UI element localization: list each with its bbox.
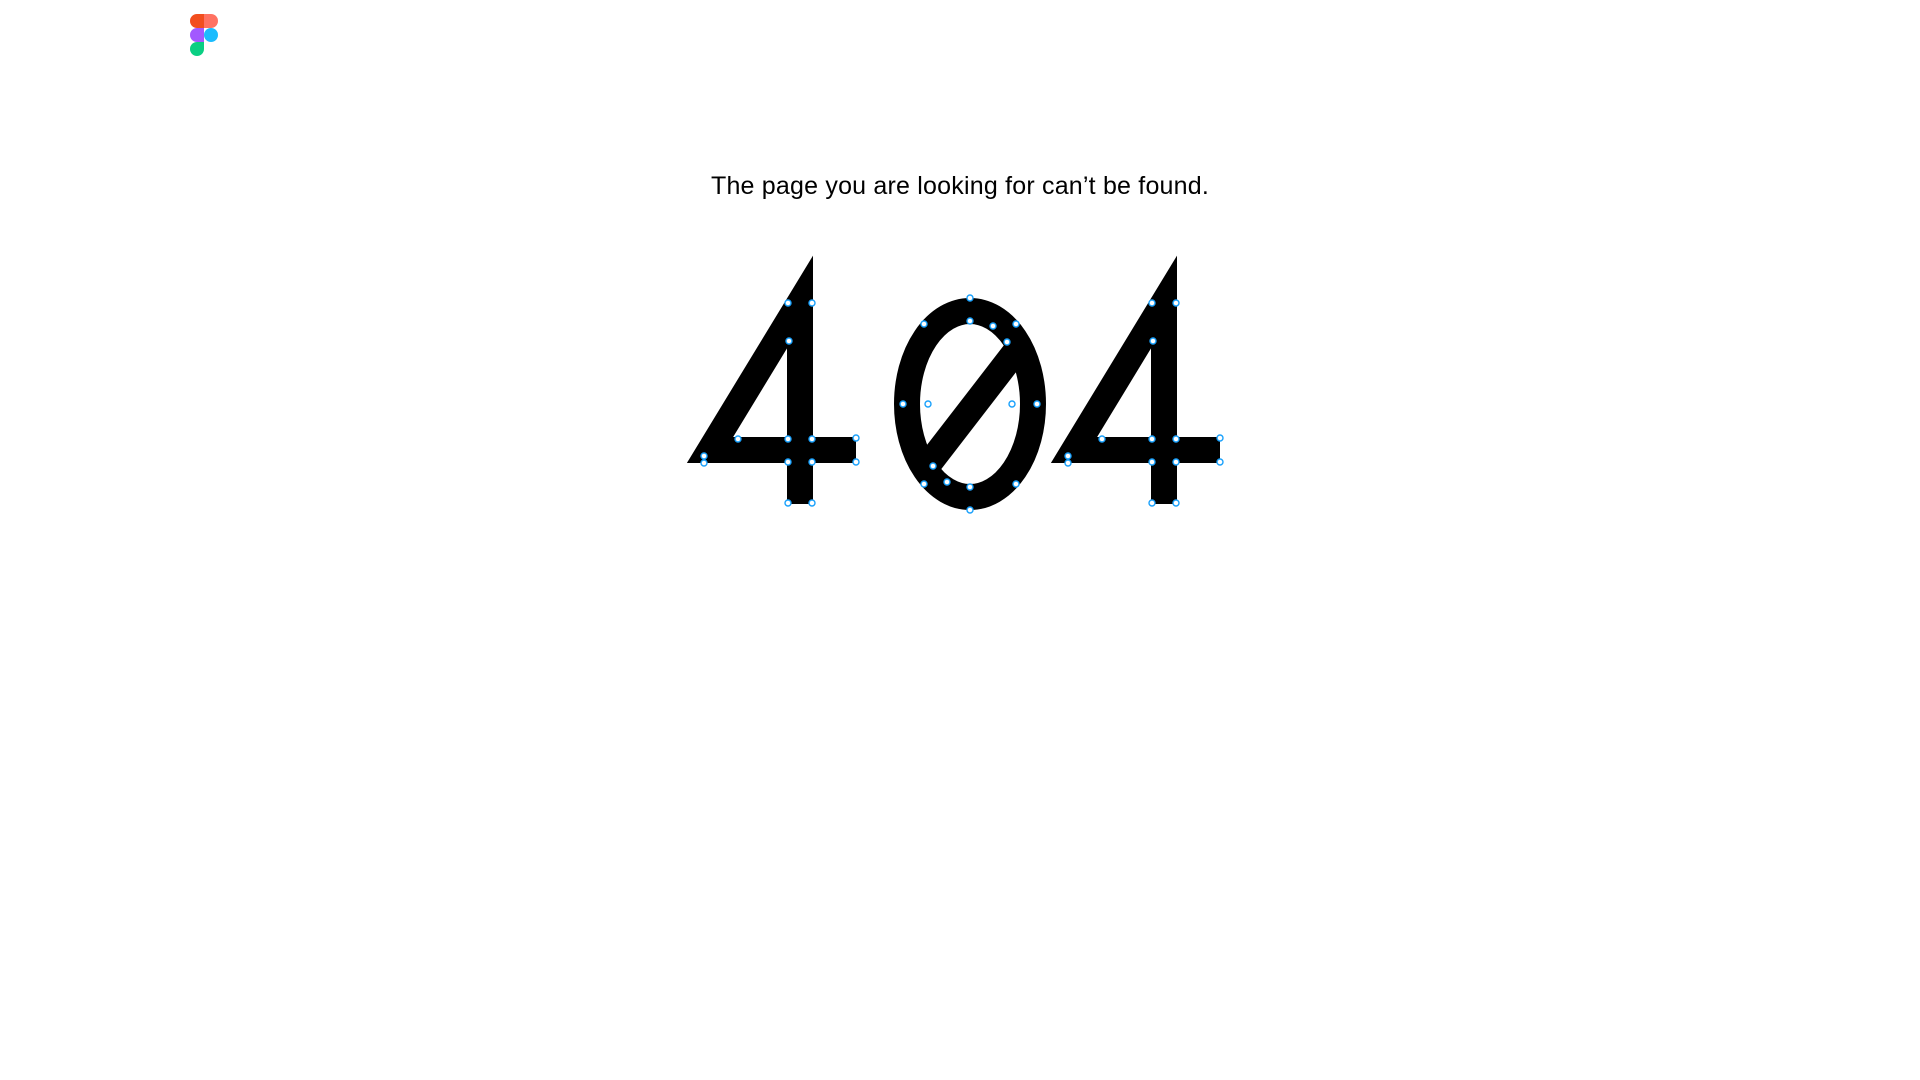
digit-slashed-zero [894,294,1046,514]
digit-four-left [686,255,860,507]
error-message: The page you are looking for can’t be fo… [710,172,1210,200]
figma-logo-green-segment [190,42,204,56]
figma-logo-icon[interactable] [190,14,218,56]
figma-logo-purple-segment [190,28,204,42]
figma-logo-blue-segment [204,28,218,42]
figma-logo-orange-segment [204,14,218,28]
digit-four-right [1050,255,1224,507]
error-404-illustration [686,255,1224,514]
error-code-text: 404 [0,0,1,1]
figma-logo-red-segment [190,14,204,28]
